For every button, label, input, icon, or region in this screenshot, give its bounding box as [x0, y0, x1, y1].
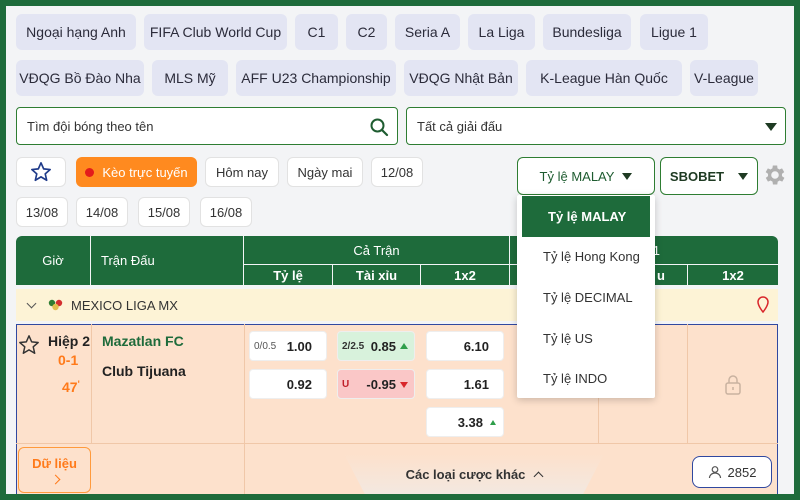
match-period: Hiệp 2 [48, 333, 91, 349]
search-icon[interactable] [369, 117, 389, 137]
more-bets-label: Các loại cược khác [405, 466, 526, 482]
handicap-away-odd[interactable]: 0.92 [249, 369, 327, 399]
row-divider [16, 443, 778, 444]
date-button[interactable]: 16/08 [200, 197, 252, 227]
odds-option-decimal[interactable]: Tỷ lệ DECIMAL [517, 277, 655, 318]
favorite-button[interactable] [16, 157, 66, 187]
league-row[interactable]: MEXICO LIGA MX [16, 289, 778, 321]
date-button[interactable]: 13/08 [16, 197, 68, 227]
viewers-count: 2852 [727, 464, 757, 480]
odds-option-indo[interactable]: Tỷ lệ INDO [517, 358, 655, 399]
league-select-value: Tất cả giải đấu [417, 118, 503, 134]
live-odds-button[interactable]: Kèo trực tuyến [76, 157, 197, 187]
live-odds-label: Kèo trực tuyến [102, 164, 188, 180]
over-under-header: Tài xỉu [333, 265, 420, 285]
odds-option-hongkong[interactable]: Tỷ lệ Hong Kong [517, 237, 655, 278]
handicap-line: 0/0.5 [254, 340, 277, 352]
league-chip[interactable]: Bundesliga [543, 14, 631, 50]
league-chip[interactable]: V-League [690, 60, 758, 96]
away-team[interactable]: Club Tijuana [102, 363, 186, 379]
gear-icon[interactable] [762, 162, 788, 188]
league-chip[interactable]: AFF U23 Championship [236, 60, 396, 96]
1x2-home-odd[interactable]: 6.10 [426, 331, 504, 361]
col-divider [244, 324, 245, 494]
col-match-header: Trận Đấu [91, 236, 243, 285]
arrow-down-icon [400, 382, 408, 388]
over-odd[interactable]: 2/2.5 0.85 [337, 331, 415, 361]
bookmaker-dropdown[interactable]: SBOBET [660, 157, 758, 195]
col-time-header: Giờ [16, 236, 90, 285]
under-odd[interactable]: U -0.95 [337, 369, 415, 399]
chevron-down-icon[interactable] [26, 298, 37, 308]
odds-type-menu: Tỷ lệ MALAY Tỷ lệ Hong Kong Tỷ lệ DECIMA… [517, 195, 655, 398]
league-name: MEXICO LIGA MX [71, 297, 178, 313]
match-minute: 47' [62, 379, 80, 395]
league-chip[interactable]: C2 [346, 14, 387, 50]
1x2-draw-odd[interactable]: 3.38 [426, 407, 504, 437]
chevron-down-icon [765, 123, 777, 131]
league-select[interactable]: Tất cả giải đấu [406, 107, 786, 145]
league-chip[interactable]: C1 [295, 14, 338, 50]
app-frame: Ngoại hạng Anh FIFA Club World Cup C1 C2… [6, 6, 794, 494]
home-team[interactable]: Mazatlan FC [102, 333, 184, 349]
league-chip[interactable]: K-League Hàn Quốc [526, 60, 682, 96]
viewers-badge[interactable]: 2852 [692, 456, 772, 488]
ou-line: 2/2.5 [342, 340, 365, 352]
caret-down-icon [622, 172, 633, 180]
bookmaker-selected: SBOBET [669, 168, 725, 184]
mexico-flag-icon [48, 299, 63, 311]
ou-under-label: U [342, 378, 350, 390]
match-data-label: Dữ liệu [32, 456, 77, 471]
caret-down-icon [738, 172, 749, 180]
league-chip[interactable]: VĐQG Nhật Bản [404, 60, 518, 96]
pin-icon[interactable] [756, 296, 770, 314]
col-divider [687, 324, 688, 443]
odds-option-us[interactable]: Tỷ lệ US [517, 318, 655, 359]
date-button[interactable]: 14/08 [76, 197, 128, 227]
league-chip[interactable]: Seria A [395, 14, 460, 50]
col-divider [91, 324, 92, 443]
date-button[interactable]: 12/08 [371, 157, 423, 187]
user-icon [708, 466, 721, 479]
handicap-header: Tỷ lệ [244, 265, 332, 285]
1x2-header: 1x2 [421, 265, 509, 285]
league-chip[interactable]: Ngoại hạng Anh [16, 14, 136, 50]
search-placeholder: Tìm đội bóng theo tên [27, 118, 154, 134]
1x2-away-odd[interactable]: 1.61 [426, 369, 504, 399]
odds-option-malay[interactable]: Tỷ lệ MALAY [522, 196, 650, 237]
tomorrow-button[interactable]: Ngày mai [287, 157, 363, 187]
team-search-input[interactable]: Tìm đội bóng theo tên [16, 107, 398, 145]
league-chip[interactable]: VĐQG Bồ Đào Nha [16, 60, 144, 96]
league-chip[interactable]: MLS Mỹ [152, 60, 228, 96]
chevron-down-icon [50, 474, 61, 485]
league-chip[interactable]: La Liga [468, 14, 535, 50]
live-dot-icon [85, 167, 95, 177]
date-button[interactable]: 15/08 [138, 197, 190, 227]
handicap-home-odd[interactable]: 0/0.5 1.00 [249, 331, 327, 361]
chevron-up-icon [533, 471, 544, 481]
half-1x2-header: 1x2 [688, 265, 778, 285]
league-chip[interactable]: Ligue 1 [640, 14, 708, 50]
today-button[interactable]: Hôm nay [205, 157, 279, 187]
league-chip[interactable]: FIFA Club World Cup [144, 14, 287, 50]
odds-type-selected: Tỷ lệ MALAY [539, 168, 615, 184]
more-bets-button[interactable]: Các loại cược khác [344, 454, 604, 494]
arrow-up-icon [490, 420, 496, 425]
star-icon [31, 162, 51, 182]
lock-icon [725, 375, 741, 395]
odds-type-dropdown[interactable]: Tỷ lệ MALAY [517, 157, 655, 195]
full-match-header: Cả Trận [244, 236, 509, 264]
match-data-button[interactable]: Dữ liệu [18, 447, 91, 493]
arrow-up-icon [400, 343, 408, 349]
match-score: 0-1 [58, 352, 79, 368]
favorite-star-icon[interactable] [18, 334, 40, 356]
